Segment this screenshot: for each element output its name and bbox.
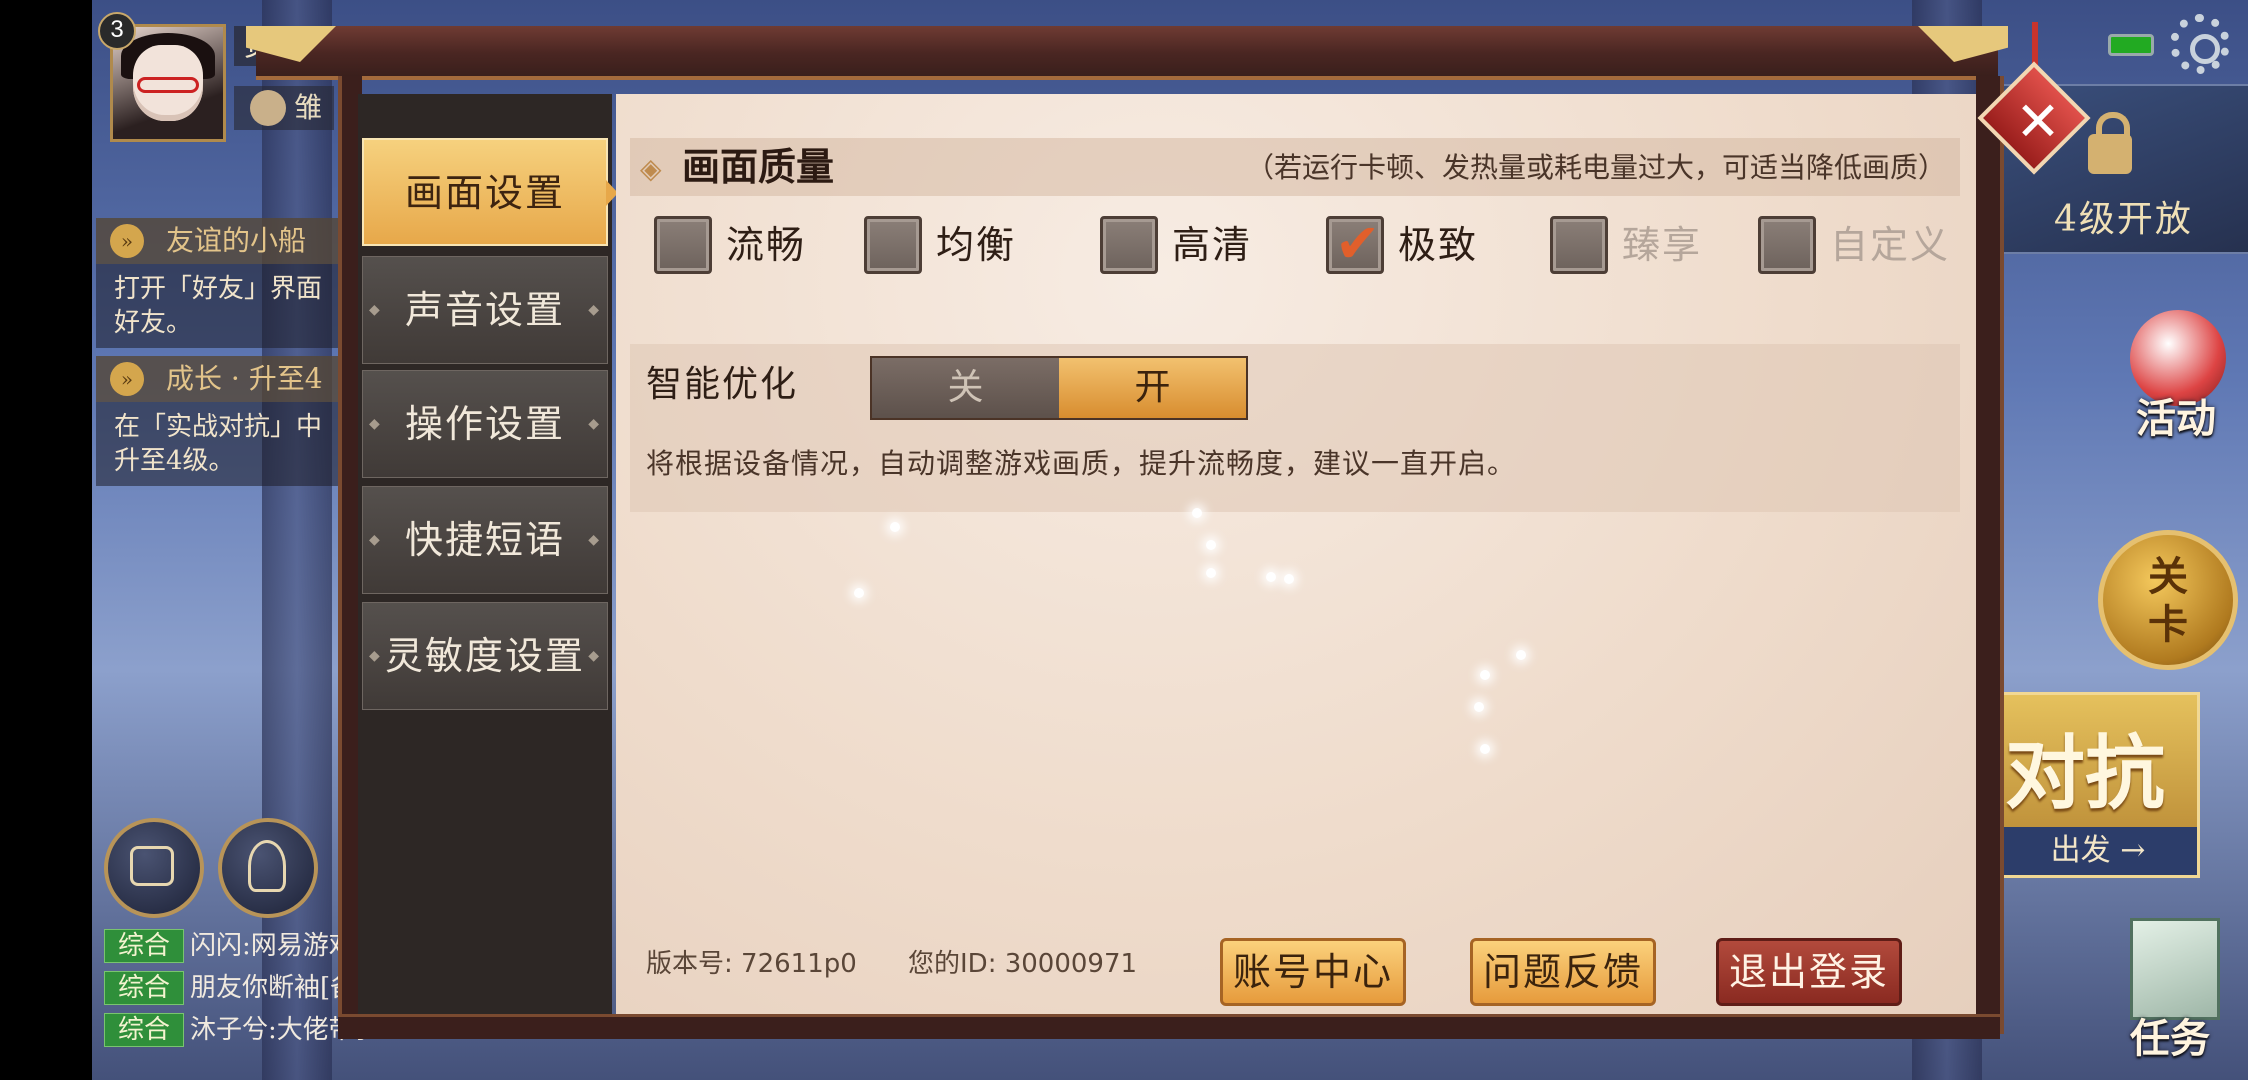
player-title-bar: 雏 xyxy=(234,86,334,130)
quest-panel[interactable]: » 成长 · 升至4 在「实战对抗」中 升至4级。 xyxy=(96,356,346,486)
settings-content: ◈ 画面质量 （若运行卡顿、发热量或耗电量过大，可适当降低画质） 流畅 均衡 高… xyxy=(616,94,1976,1014)
scene-pillar xyxy=(262,0,332,1080)
quest-description: 在「实战对抗」中 升至4级。 xyxy=(114,412,323,476)
double-chevron-icon: » xyxy=(110,224,144,258)
dialog-frame-bottom xyxy=(338,1014,2000,1039)
event-label[interactable]: 活动 xyxy=(2136,386,2216,444)
left-letterbox xyxy=(0,0,92,1080)
sparkle xyxy=(1284,574,1294,584)
task-label[interactable]: 任务 xyxy=(2130,1006,2210,1064)
quest-title: 成长 · 升至4 xyxy=(166,362,323,395)
user-id: 您的ID: 30000971 xyxy=(908,949,1138,979)
sparkle xyxy=(1474,702,1484,712)
tab-sound[interactable]: 声音设置 xyxy=(362,256,608,364)
chat-channel-tag: 综合 xyxy=(104,929,184,963)
smart-optimization-toggle[interactable]: 关 开 xyxy=(870,356,1248,420)
tab-sensitivity[interactable]: 灵敏度设置 xyxy=(362,602,608,710)
quest-panel[interactable]: » 友谊的小船 打开「好友」界面 好友。 xyxy=(96,218,346,348)
rank-icon xyxy=(250,90,286,126)
friends-icon xyxy=(248,840,286,892)
stage-label: 关卡 xyxy=(2148,553,2188,648)
sparkle xyxy=(854,588,864,598)
checkbox[interactable] xyxy=(1550,216,1608,274)
sparkle xyxy=(1266,572,1276,582)
tab-graphics[interactable]: 画面设置 xyxy=(362,138,618,246)
task-icon[interactable] xyxy=(2130,918,2220,1020)
player-level-badge: 3 xyxy=(98,12,136,50)
settings-sidebar: 画面设置 声音设置 操作设置 快捷短语 灵敏度设置 xyxy=(358,94,618,1014)
tab-label: 快捷短语 xyxy=(404,518,565,562)
checkbox[interactable] xyxy=(864,216,922,274)
sparkle xyxy=(1206,568,1216,578)
section-note: （若运行卡顿、发热量或耗电量过大，可适当降低画质） xyxy=(1245,151,1946,184)
mail-button[interactable] xyxy=(104,818,204,918)
pvp-title: 对抗 xyxy=(2005,726,2165,820)
tab-label: 画面设置 xyxy=(404,171,565,215)
tab-label: 灵敏度设置 xyxy=(384,634,585,678)
option-label: 均衡 xyxy=(936,223,1017,267)
option-label: 臻享 xyxy=(1622,223,1703,267)
smart-optimization-description: 将根据设备情况，自动调整游戏画质，提升流畅度，建议一直开启。 xyxy=(646,447,1517,480)
arrow-right-icon: → xyxy=(2120,833,2146,868)
sparkle xyxy=(1516,650,1526,660)
tab-label: 声音设置 xyxy=(404,288,565,332)
logout-button[interactable]: 退出登录 xyxy=(1716,938,1902,1006)
diamond-arrow-icon: ◈ xyxy=(640,152,662,185)
quest-title: 友谊的小船 xyxy=(166,224,307,257)
feedback-button[interactable]: 问题反馈 xyxy=(1470,938,1656,1006)
tab-label: 操作设置 xyxy=(404,402,565,446)
dialog-frame-right xyxy=(1976,76,2004,1034)
chat-channel-tag: 综合 xyxy=(104,971,184,1005)
graphics-quality-header: ◈ 画面质量 （若运行卡顿、发热量或耗电量过大，可适当降低画质） xyxy=(630,138,1960,196)
option-label: 高清 xyxy=(1172,223,1253,267)
pvp-go-label: 出发 xyxy=(2050,833,2111,868)
avatar-glasses xyxy=(137,77,199,93)
tab-controls[interactable]: 操作设置 xyxy=(362,370,608,478)
sparkle xyxy=(1192,508,1202,518)
toggle-off-option[interactable]: 关 xyxy=(872,358,1059,418)
checkbox-checked[interactable]: ✔ xyxy=(1326,212,1384,275)
quest-description: 打开「好友」界面 好友。 xyxy=(114,274,323,338)
pvp-tile[interactable]: 对抗 出发 → xyxy=(1996,692,2200,878)
sparkle xyxy=(1480,670,1490,680)
friends-button[interactable] xyxy=(218,818,318,918)
player-title: 雏 xyxy=(294,91,323,124)
section-title: 画面质量 xyxy=(682,144,835,189)
pvp-go: 出发 → xyxy=(1999,827,2197,875)
sparkle xyxy=(1206,540,1216,550)
battery-icon xyxy=(2108,34,2154,56)
checkbox[interactable] xyxy=(654,216,712,274)
toggle-on-option[interactable]: 开 xyxy=(1059,358,1246,418)
smart-optimization-box: 智能优化 关 开 将根据设备情况，自动调整游戏画质，提升流畅度，建议一直开启。 xyxy=(630,344,1960,512)
account-center-button[interactable]: 账号中心 xyxy=(1220,938,1406,1006)
checkbox[interactable] xyxy=(1758,216,1816,274)
sparkle xyxy=(890,522,900,532)
gear-icon[interactable] xyxy=(2170,14,2230,74)
chat-line[interactable]: 综合沐子兮:大佬带我啊 xyxy=(104,1012,364,1048)
mail-icon xyxy=(130,846,174,886)
smart-optimization-title: 智能优化 xyxy=(646,364,799,405)
stage-button[interactable]: 关卡 xyxy=(2098,530,2238,670)
chat-line[interactable]: 综合闪闪:网易游戏的ai xyxy=(104,928,364,964)
version-number: 版本号: 72611p0 xyxy=(646,949,857,979)
chat-line[interactable]: 综合朋友你断袖[备中观察] xyxy=(104,970,364,1006)
double-chevron-icon: » xyxy=(110,362,144,396)
close-icon[interactable]: ✕ xyxy=(1998,82,2078,162)
dialog-frame-top xyxy=(256,26,1998,80)
option-label: 自定义 xyxy=(1830,223,1951,267)
option-label: 流畅 xyxy=(726,223,807,267)
lock-icon xyxy=(2088,112,2132,174)
option-label: 极致 xyxy=(1398,223,1479,267)
lock-text: 4级开放 xyxy=(2054,199,2193,240)
tab-quick-phrases[interactable]: 快捷短语 xyxy=(362,486,608,594)
chat-channel-tag: 综合 xyxy=(104,1013,184,1047)
checkmark-icon: ✔ xyxy=(1335,212,1381,275)
game-screen: 3 宽 雏 »友谊的小船 打开「好友」界面 好友。 »成长 · 升至4 在「实战… xyxy=(0,0,2248,1080)
sparkle xyxy=(1480,744,1490,754)
checkbox[interactable] xyxy=(1100,216,1158,274)
